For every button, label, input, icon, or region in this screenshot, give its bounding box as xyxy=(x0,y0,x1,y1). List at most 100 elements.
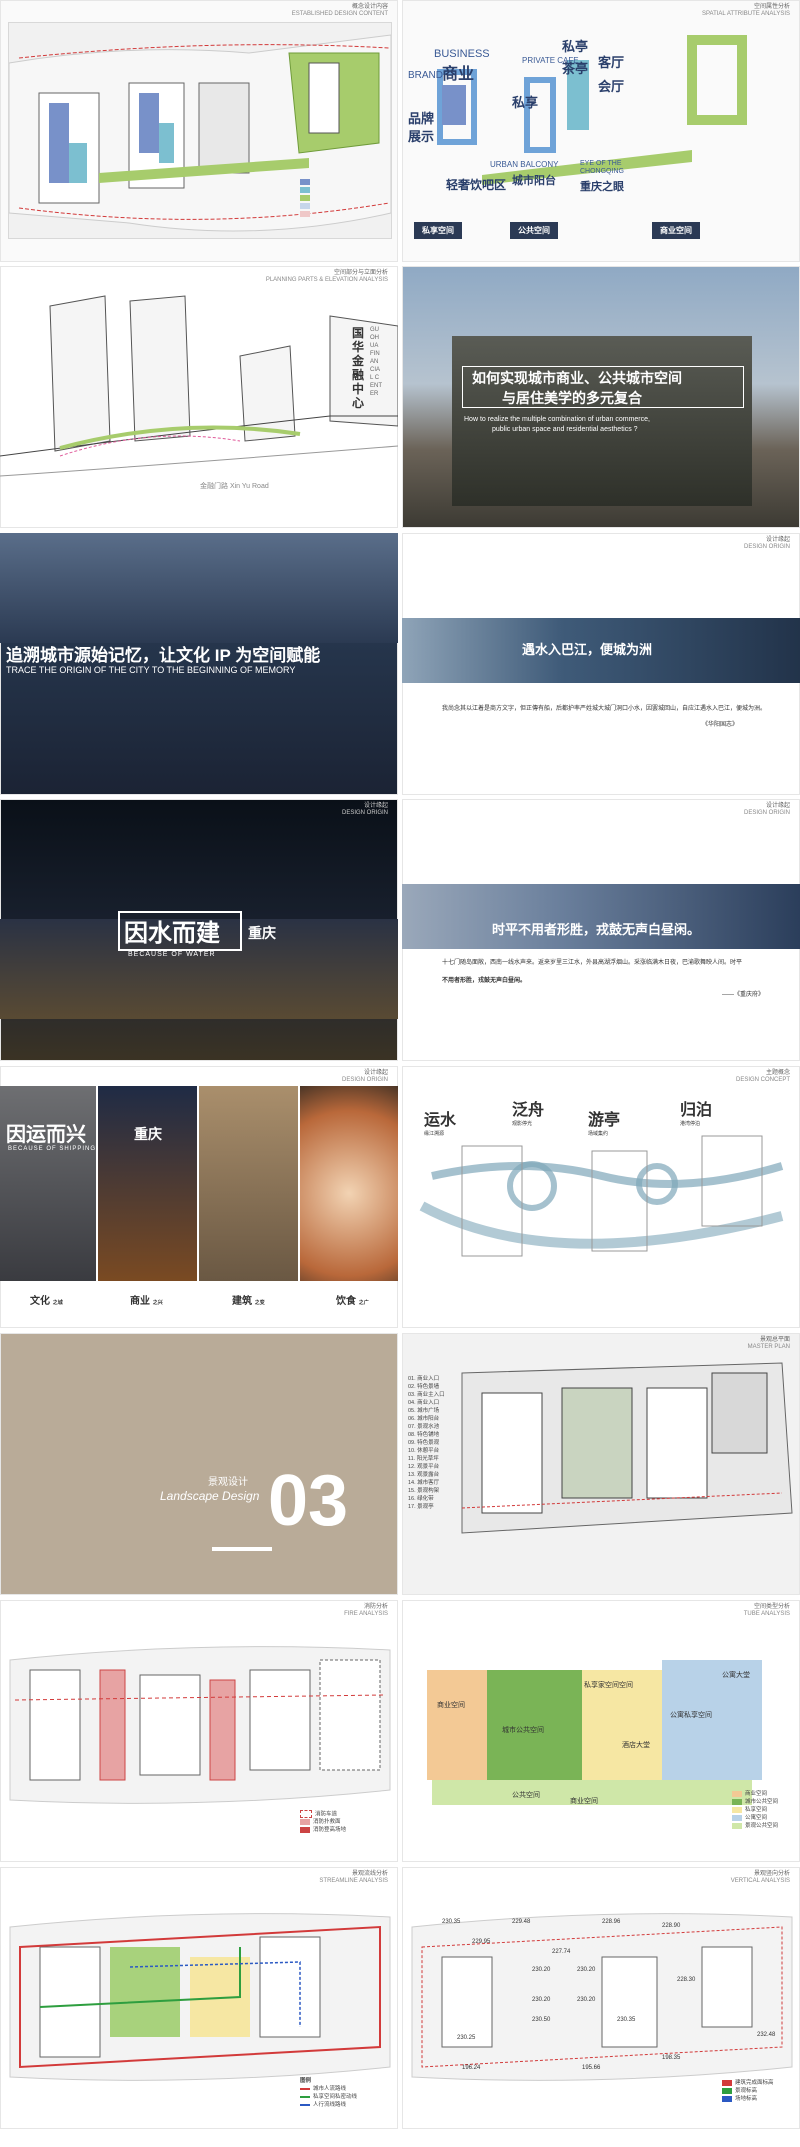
site-plan-drawing xyxy=(9,34,391,232)
poem-source: ——《重庆府》 xyxy=(722,992,765,998)
slide-section-03: 景观设计 Landscape Design 03 xyxy=(0,1333,398,1595)
section-title-cn: 景观设计 xyxy=(208,1477,248,1488)
slide-origin-water: 设计缘起 DESIGN ORIGIN 遇水入巴江，便城为洲 我尚念其以江着是商方文… xyxy=(402,533,800,795)
concept-word-2: 泛舟 观影停光 xyxy=(512,1100,545,1127)
level-label: 230.20 xyxy=(577,1997,596,2003)
zone-jiudian: 酒店大堂 xyxy=(622,1742,650,1749)
zone-gongyu: 公寓私享空间 xyxy=(670,1712,712,1719)
photo-commerce xyxy=(98,1086,197,1281)
title-sub: 重庆 xyxy=(134,1126,162,1142)
photo-architecture xyxy=(199,1086,298,1281)
slide-vertical: 景观竖向分析 VERTICAL ANALYSIS 230.35 229.95 22… xyxy=(402,1867,800,2129)
photo-culture xyxy=(0,1086,96,1281)
slide-fire-analysis: 消防分析 FIRE ANALYSIS 消防车道 消防扑救面 消防登高场地 xyxy=(0,1600,398,1862)
road-label: 金融门路 Xin Yu Road xyxy=(200,483,269,490)
label-siting: 私亭 xyxy=(562,39,589,54)
headline-cn-1: 如何实现城市商业、公共城市空间 xyxy=(472,370,682,386)
label-keting: 客厅 xyxy=(598,55,625,70)
elevation-sketch xyxy=(0,295,398,477)
label-business-en: BUSINESS xyxy=(434,48,490,60)
level-label: 229.48 xyxy=(512,1919,531,1925)
site-plan xyxy=(8,22,392,239)
slide-shipping-text: 设计缘起 DESIGN ORIGIN 时平不用者形胜，戎鼓无声白昼闲。 十七门随岛… xyxy=(402,799,800,1061)
title-cn: 因水而建 xyxy=(124,920,220,947)
label-chating: 茶亭 xyxy=(562,61,589,76)
title-sub: 重庆 xyxy=(248,925,276,941)
title-en: BECAUSE OF SHIPPING xyxy=(8,1146,97,1152)
label-huiting: 会厅 xyxy=(598,79,625,94)
title-en: BECAUSE OF WATER xyxy=(128,951,216,958)
slide-header: 概念设计内容 ESTABLISHED DESIGN CONTENT xyxy=(291,4,388,17)
zone-gonggong: 公共空间 xyxy=(512,1792,540,1799)
section-underline xyxy=(212,1547,272,1551)
slide-header: 设计缘起 DESIGN ORIGIN xyxy=(743,803,790,816)
poem-body: 我尚念其以江着是商方文字，但正傳有船，后都护率严姓城大城门洞口小水，因罢城回山，… xyxy=(442,706,767,712)
label-sixiang: 私享 xyxy=(512,95,539,110)
headline-cn: 追溯城市源始记忆，让文化 IP 为空间赋能 xyxy=(6,646,321,665)
banner-text: 遇水入巴江，便城为洲 xyxy=(522,642,653,657)
headline-en-2: public urban space and residential aesth… xyxy=(492,426,638,433)
section-title-en: Landscape Design xyxy=(160,1489,260,1503)
concept-word-1: 运水 缘江溯源 xyxy=(424,1110,457,1137)
slide-question-render: 如何实现城市商业、公共城市空间 与居住美学的多元复合 How to realiz… xyxy=(402,266,800,528)
tag-commercial-space: 商业空间 xyxy=(652,222,700,239)
level-label: 228.30 xyxy=(677,1977,696,1983)
level-label: 196.24 xyxy=(462,2065,481,2071)
streamline-legend: 图例 城市人流路线 私享空间私密动线 人行流线路线 xyxy=(300,2078,358,2108)
slide-elevation-analysis: 空间部分与立面分析 PLANNING PARTS & ELEVATION ANAL… xyxy=(0,266,398,528)
master-plan-legend: 01. 商业入口 02. 特色景墙 03. 商业主入口 04. 商业入口 05. 城市广… xyxy=(408,1376,445,1510)
poem-body-2: 不用者形胜，戎鼓无声白昼闲。 xyxy=(442,978,527,984)
guohua-label: 国华金融中心 xyxy=(352,326,365,410)
level-label: 228.90 xyxy=(662,1923,681,1929)
label-chengshi-yangtai: 城市阳台 xyxy=(512,175,556,187)
level-label: 230.35 xyxy=(617,2017,636,2023)
headline-en: TRACE THE ORIGIN OF THE CITY TO THE BEGI… xyxy=(6,665,296,675)
slide-header: 设计缘起 DESIGN ORIGIN xyxy=(341,1070,388,1083)
concept-word-3: 游亭 场域集约 xyxy=(588,1110,621,1137)
caption-architecture: 建筑 之变 xyxy=(232,1296,265,1307)
slide-design-content: 概念设计内容 ESTABLISHED DESIGN CONTENT xyxy=(0,0,398,262)
level-label: 230.50 xyxy=(532,2017,551,2023)
city-night-backdrop xyxy=(0,533,398,643)
label-qingshe: 轻奢饮吧区 xyxy=(446,178,507,192)
label-eye-1: EYE OF THE xyxy=(580,160,622,167)
concept-word-4: 归泊 港湾停泊 xyxy=(680,1100,713,1127)
label-eye-2: CHONGQING xyxy=(580,168,624,175)
slide-spatial-attribute: 空间属性分析 SPATIAL ATTRIBUTE ANALYSIS BUSINES… xyxy=(402,0,800,262)
label-zhanshi: 展示 xyxy=(408,129,435,144)
level-label: 227.74 xyxy=(552,1949,571,1955)
slide-space-type: 空间类型分析 TUBE ANALYSIS 商业空间 城市公共空间 私享家空间空间 … xyxy=(402,1600,800,1862)
level-label: 230.35 xyxy=(442,1919,461,1925)
zone-chengshi: 城市公共空间 xyxy=(502,1727,544,1734)
label-brand: BRAND xyxy=(408,70,444,81)
level-label: 230.25 xyxy=(457,2035,476,2041)
harbor-photo xyxy=(402,884,800,949)
caption-commerce: 商业 之兴 xyxy=(130,1296,163,1307)
tag-public-space: 公共空间 xyxy=(510,222,558,239)
fire-legend: 消防车道 消防扑救面 消防登高场地 xyxy=(300,1810,346,1834)
headline-cn-2: 与居住美学的多元复合 xyxy=(502,390,642,406)
label-urban-balcony: URBAN BALCONY xyxy=(490,160,559,169)
level-label: 230.20 xyxy=(577,1967,596,1973)
plan-legend xyxy=(300,178,315,218)
poem-body-1: 十七门随岛面敞，西南一线水声来。返来岁里三江水，外县高湖浮烟山。采涨临满木日夜，… xyxy=(442,960,743,966)
level-label: 228.96 xyxy=(602,1919,621,1925)
zone-shangye2: 商业空间 xyxy=(570,1798,598,1805)
level-label: 195.66 xyxy=(582,2065,601,2071)
slide-streamline: 景观流线分析 STREAMLINE ANALYSIS 图例 城市人流路线 私享空间… xyxy=(0,1867,398,2129)
label-cq-eye: 重庆之眼 xyxy=(580,181,624,193)
slide-because-shipping: 设计缘起 DESIGN ORIGIN 因运而兴 重庆 BECAUSE OF SHI… xyxy=(0,1066,398,1328)
label-business-cn: 商业 xyxy=(442,66,475,83)
title-cn: 因运而兴 xyxy=(6,1124,86,1146)
level-label: 232.48 xyxy=(757,2032,776,2038)
slide-header: 设计缘起 DESIGN ORIGIN xyxy=(341,803,388,816)
level-label: 230.20 xyxy=(532,1967,551,1973)
level-label: 230.20 xyxy=(532,1997,551,2003)
section-number: 03 xyxy=(268,1461,349,1541)
slide-because-water: 设计缘起 DESIGN ORIGIN 因水而建 重庆 BECAUSE OF WAT… xyxy=(0,799,398,1061)
slide-trace-origin: 追溯城市源始记忆，让文化 IP 为空间赋能 TRACE THE ORIGIN O… xyxy=(0,533,398,795)
slide-master-plan: 景观总平面 MASTER PLAN 01. 商业入口 02. 特色景墙 03. 商业主… xyxy=(402,1333,800,1595)
guohua-label-en: GUOHUA FINANCIAL CENTER xyxy=(370,327,382,397)
zone-sixiang: 私享家空间空间 xyxy=(584,1682,633,1689)
label-pinpai: 品牌 xyxy=(408,111,435,126)
